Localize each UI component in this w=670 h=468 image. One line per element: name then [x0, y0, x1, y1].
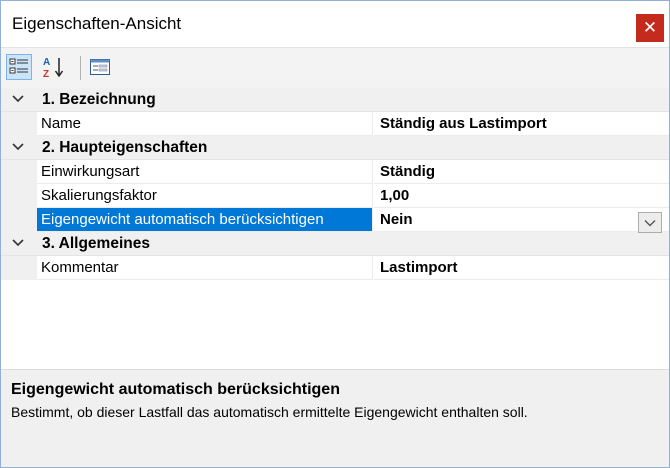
row-gutter	[1, 160, 37, 184]
property-value[interactable]: Lastimport	[374, 256, 669, 280]
svg-text:Z: Z	[43, 69, 49, 79]
property-row[interactable]: Einwirkungsart Ständig	[1, 160, 669, 184]
row-gutter	[1, 184, 37, 208]
property-name[interactable]: Eigengewicht automatisch berücksichtigen	[37, 208, 373, 232]
chevron-down-icon[interactable]	[11, 237, 25, 249]
chevron-down-icon[interactable]	[11, 141, 25, 153]
sort-az-icon: A Z	[43, 57, 64, 79]
row-gutter	[1, 256, 37, 280]
property-row[interactable]: Name Ständig aus Lastimport	[1, 112, 669, 136]
title-bar[interactable]: Eigenschaften-Ansicht ✕	[1, 1, 669, 47]
close-button[interactable]: ✕	[636, 14, 664, 42]
value-dropdown-button[interactable]	[638, 212, 662, 233]
description-panel: Eigengewicht automatisch berücksichtigen…	[1, 369, 669, 467]
property-pages-button[interactable]	[87, 54, 113, 80]
row-gutter	[1, 112, 37, 136]
property-value[interactable]: 1,00	[374, 184, 669, 208]
row-gutter	[1, 208, 37, 232]
property-name[interactable]: Name	[37, 112, 373, 136]
svg-text:A: A	[43, 57, 50, 68]
window-title: Eigenschaften-Ansicht	[12, 14, 182, 33]
property-row[interactable]: Skalierungsfaktor 1,00	[1, 184, 669, 208]
property-name[interactable]: Kommentar	[37, 256, 373, 280]
property-row-selected[interactable]: Eigengewicht automatisch berücksichtigen…	[1, 208, 669, 232]
sort-alphabetical-button[interactable]: A Z	[41, 54, 67, 80]
category-label: 2. Haupteigenschaften	[42, 139, 208, 156]
category-label: 1. Bezeichnung	[42, 91, 156, 108]
property-name[interactable]: Skalierungsfaktor	[37, 184, 373, 208]
property-pages-icon	[90, 59, 110, 75]
category-row[interactable]: 3. Allgemeines	[1, 232, 669, 256]
chevron-down-icon	[644, 219, 656, 226]
description-title: Eigengewicht automatisch berücksichtigen	[11, 381, 340, 398]
toolbar: A Z	[1, 47, 669, 89]
property-grid: 1. Bezeichnung Name Ständig aus Lastimpo…	[1, 88, 669, 280]
categorized-icon	[9, 58, 28, 74]
description-text: Bestimmt, ob dieser Lastfall das automat…	[11, 404, 528, 420]
property-value[interactable]: Ständig aus Lastimport	[374, 112, 669, 136]
category-row[interactable]: 1. Bezeichnung	[1, 88, 669, 112]
property-value[interactable]: Ständig	[374, 160, 669, 184]
chevron-down-icon[interactable]	[11, 93, 25, 105]
property-name[interactable]: Einwirkungsart	[37, 160, 373, 184]
properties-window: Eigenschaften-Ansicht ✕ A Z 1. Bezeichnu…	[0, 0, 670, 468]
property-row[interactable]: Kommentar Lastimport	[1, 256, 669, 280]
category-row[interactable]: 2. Haupteigenschaften	[1, 136, 669, 160]
close-icon: ✕	[642, 18, 658, 37]
categorized-view-button[interactable]	[6, 54, 32, 80]
category-label: 3. Allgemeines	[42, 235, 150, 252]
toolbar-separator	[80, 56, 81, 80]
property-value[interactable]: Nein	[374, 208, 669, 232]
